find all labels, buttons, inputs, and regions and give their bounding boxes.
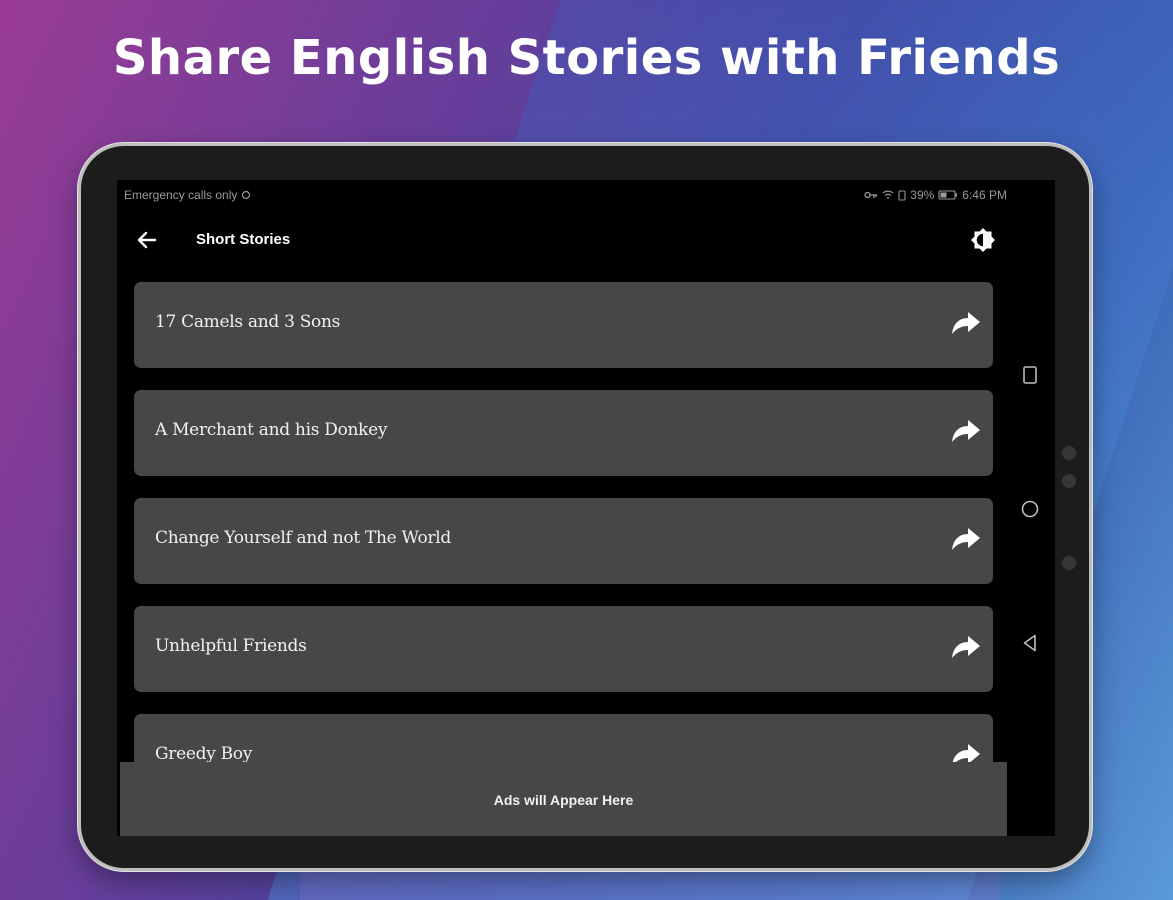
vibrate-icon [898, 189, 906, 201]
system-nav-bar [1007, 180, 1055, 836]
app-screen: Emergency calls only 39% 6:46 PM Short S… [117, 180, 1055, 836]
home-icon[interactable] [1019, 498, 1041, 520]
story-card[interactable]: Unhelpful Friends [134, 606, 993, 692]
back-nav-icon[interactable] [1019, 632, 1041, 654]
battery-icon [938, 190, 958, 200]
share-arrow-icon[interactable] [951, 311, 981, 337]
app-bar: Short Stories [117, 220, 1007, 260]
promo-headline: Share English Stories with Friends [112, 30, 1061, 86]
brightness-icon[interactable] [970, 227, 996, 253]
ad-banner-text: Ads will Appear Here [493, 792, 634, 808]
wifi-off-icon [882, 190, 894, 199]
story-card[interactable]: A Merchant and his Donkey [134, 390, 993, 476]
share-arrow-icon[interactable] [951, 635, 981, 661]
status-bar: Emergency calls only 39% 6:46 PM [117, 186, 1007, 204]
status-time: 6:46 PM [962, 188, 1007, 202]
battery-percent: 39% [910, 188, 935, 202]
arrow-left-icon[interactable] [135, 228, 159, 252]
status-indicators: 39% 6:46 PM [864, 188, 1007, 202]
story-card[interactable]: Change Yourself and not The World [134, 498, 993, 584]
key-icon [864, 191, 878, 199]
story-title: Unhelpful Friends [155, 636, 307, 656]
sync-icon [241, 190, 250, 200]
story-card[interactable]: 17 Camels and 3 Sons [134, 282, 993, 368]
share-arrow-icon[interactable] [951, 419, 981, 445]
status-carrier-text: Emergency calls only [124, 188, 251, 202]
story-title: A Merchant and his Donkey [155, 420, 388, 440]
story-title: Greedy Boy [155, 744, 253, 764]
story-title: 17 Camels and 3 Sons [155, 312, 341, 332]
story-title: Change Yourself and not The World [155, 528, 452, 548]
page-title: Short Stories [196, 231, 291, 248]
ad-banner[interactable]: Ads will Appear Here [120, 762, 1007, 836]
share-arrow-icon[interactable] [951, 527, 981, 553]
recent-apps-icon[interactable] [1019, 364, 1041, 386]
